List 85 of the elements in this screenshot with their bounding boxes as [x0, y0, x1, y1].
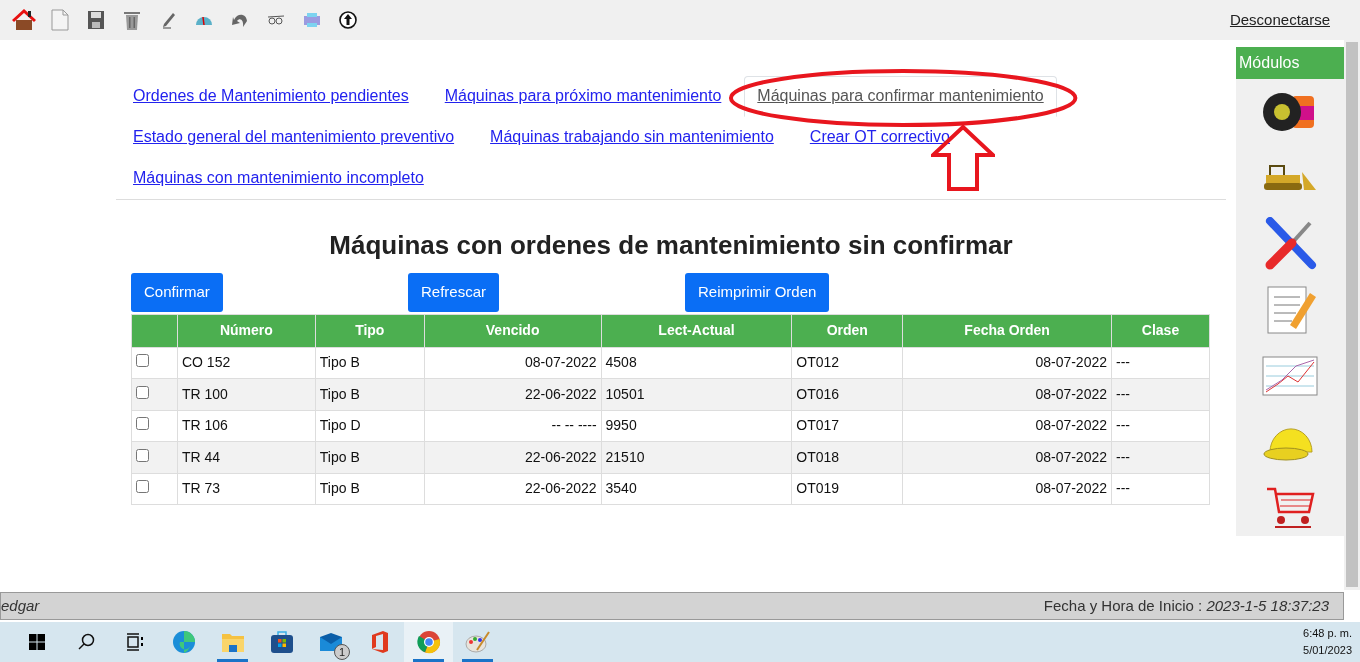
column-header: Clase [1111, 314, 1210, 347]
table-cell: --- [1111, 378, 1210, 410]
table-cell: OT017 [791, 410, 903, 442]
table-cell: 08-07-2022 [902, 473, 1112, 505]
upload-icon[interactable] [339, 11, 357, 29]
notification-badge: 1 [334, 644, 350, 660]
table-cell: TR 100 [177, 378, 316, 410]
table-cell: TR 73 [177, 473, 316, 505]
action-button[interactable]: Reimprimir Orden [685, 273, 830, 312]
column-header: Lect-Actual [601, 314, 792, 347]
table-cell: Tipo B [315, 441, 425, 473]
column-header: Tipo [315, 314, 425, 347]
palette-icon[interactable] [464, 630, 491, 654]
column-header: Fecha Orden [902, 314, 1112, 347]
tab[interactable]: Máquinas para próximo mantenimiento [431, 76, 735, 117]
action-button[interactable]: Confirmar [131, 273, 223, 312]
clock-date: 5/01/2023 [1303, 643, 1352, 658]
save-icon[interactable] [87, 10, 105, 30]
session-start: Fecha y Hora de Inicio : 2023-1-5 18:37:23 [1043, 595, 1329, 616]
pencil-icon[interactable] [160, 11, 176, 29]
table-cell: 10501 [601, 378, 792, 410]
page-title: Máquinas con ordenes de mantenimiento sin confirmar [328, 229, 1014, 262]
table-cell: OT018 [791, 441, 903, 473]
table-cell: 08-07-2022 [902, 441, 1112, 473]
table-cell: OT012 [791, 347, 903, 379]
logout-link[interactable]: Desconectarse [1229, 8, 1330, 32]
scrollbar[interactable] [1346, 42, 1358, 587]
table-cell: --- [1111, 441, 1210, 473]
tab[interactable]: Estado general del mantenimiento preventivo [120, 117, 468, 158]
trash-icon[interactable] [123, 9, 141, 31]
sidebar-header: Módulos [1236, 47, 1344, 79]
tab[interactable]: Máquinas trabajando sin mantenimiento [477, 117, 787, 158]
office-icon[interactable] [369, 630, 390, 654]
table-cell: TR 44 [177, 441, 316, 473]
table-cell: 9950 [601, 410, 792, 442]
chrome-icon[interactable] [416, 630, 441, 654]
table-cell: --- [1111, 473, 1210, 505]
folder-icon[interactable] [220, 631, 245, 653]
task-view-icon[interactable] [125, 633, 144, 651]
table-cell: OT019 [791, 473, 903, 505]
browser-icon[interactable] [171, 630, 196, 654]
glasses-icon[interactable] [267, 15, 285, 25]
table-cell: 4508 [601, 347, 792, 379]
column-header: Número [177, 314, 316, 347]
clock-time: 6:48 p. m. [1303, 626, 1352, 641]
gauge-icon[interactable] [195, 14, 213, 26]
row-checkbox[interactable] [136, 448, 149, 462]
table-cell: OT016 [791, 378, 903, 410]
table-cell: Tipo B [315, 473, 425, 505]
table-cell: 3540 [601, 473, 792, 505]
table-cell: Tipo B [315, 378, 425, 410]
table-cell: Tipo B [315, 347, 425, 379]
row-checkbox[interactable] [136, 480, 149, 494]
table-cell: 08-07-2022 [424, 347, 602, 379]
tab[interactable]: Máquinas con mantenimiento incompleto [120, 158, 437, 199]
home-icon[interactable] [12, 9, 36, 31]
table-cell: 08-07-2022 [902, 378, 1112, 410]
row-checkbox[interactable] [136, 385, 149, 399]
bulldozer-icon[interactable] [1262, 164, 1318, 192]
column-header: Vencido [424, 314, 602, 347]
table-cell: Tipo D [315, 410, 425, 442]
action-button[interactable]: Refrescar [408, 273, 500, 312]
row-checkbox[interactable] [136, 417, 149, 431]
table-cell: TR 106 [177, 410, 316, 442]
table-cell: -- -- ---- [424, 410, 602, 442]
table-cell: 08-07-2022 [902, 347, 1112, 379]
row-checkbox[interactable] [136, 354, 149, 368]
tab[interactable]: Máquinas para confirmar mantenimiento [744, 76, 1057, 117]
tab[interactable]: Ordenes de Mantenimiento pendientes [120, 76, 422, 117]
user-name: edgar [1, 595, 40, 616]
line-chart-icon[interactable] [1262, 356, 1318, 396]
table-cell: --- [1111, 410, 1210, 442]
search-icon[interactable] [76, 633, 95, 651]
table-cell: 22-06-2022 [424, 441, 602, 473]
tab[interactable]: Crear OT correctivo [796, 117, 963, 158]
store-icon[interactable] [269, 630, 294, 654]
column-header: Orden [791, 314, 903, 347]
table-cell: 22-06-2022 [424, 378, 602, 410]
table-cell: 21510 [601, 441, 792, 473]
table-cell: 22-06-2022 [424, 473, 602, 505]
table-cell: 08-07-2022 [902, 410, 1112, 442]
windows-icon[interactable] [27, 633, 46, 651]
shopping-cart-icon[interactable] [1265, 486, 1315, 530]
table-cell: CO 152 [177, 347, 316, 379]
table-cell: --- [1111, 347, 1210, 379]
